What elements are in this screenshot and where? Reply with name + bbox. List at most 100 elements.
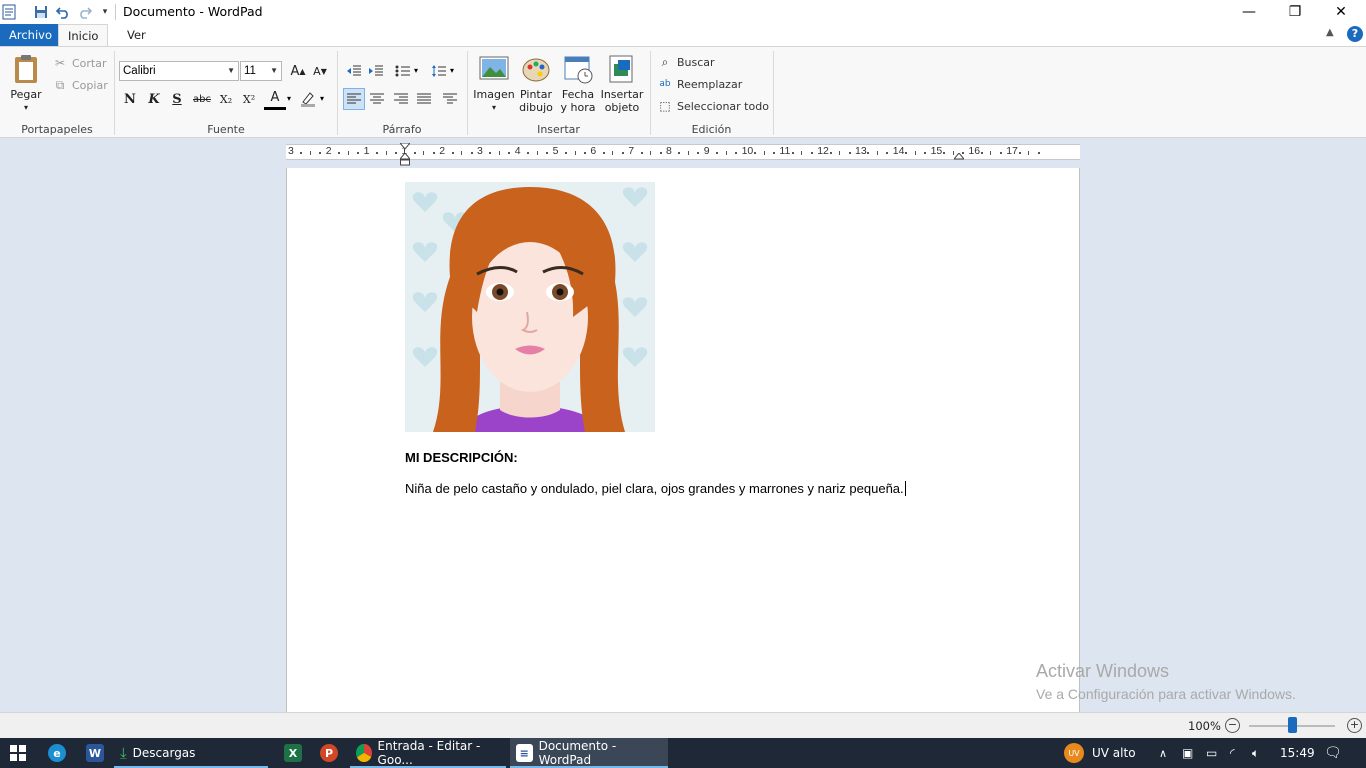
close-button[interactable]: ✕ bbox=[1318, 0, 1364, 24]
shrink-font-button[interactable]: A ▼ bbox=[309, 60, 331, 82]
insert-object-button[interactable]: Insertar objeto bbox=[600, 53, 644, 114]
date-label-line1: Fecha bbox=[561, 88, 595, 101]
font-size-select[interactable]: 11 ▼ bbox=[240, 61, 282, 81]
italic-button[interactable]: K bbox=[143, 88, 165, 110]
document-body-text[interactable]: Niña de pelo castaño y ondulado, piel cl… bbox=[405, 481, 906, 496]
select-all-button[interactable]: ⬚ Seleccionar todo bbox=[657, 98, 769, 114]
restore-button[interactable]: ❐ bbox=[1272, 0, 1318, 24]
cut-button[interactable]: ✂ Cortar bbox=[52, 55, 107, 71]
notifications-icon[interactable]: 🗨︎ bbox=[1324, 738, 1342, 768]
subscript-button[interactable]: X₂ bbox=[215, 88, 237, 110]
date-time-button[interactable]: Fecha y hora bbox=[559, 53, 597, 114]
portrait-image[interactable] bbox=[405, 182, 655, 432]
taskbar-edge[interactable]: e bbox=[42, 738, 72, 768]
increase-indent-button[interactable] bbox=[365, 60, 387, 82]
text-color-button[interactable]: A bbox=[264, 88, 286, 110]
taskbar-excel[interactable]: X bbox=[278, 738, 308, 768]
wifi-icon[interactable]: ◜ bbox=[1230, 738, 1235, 768]
edge-icon: e bbox=[48, 744, 66, 762]
grow-font-button[interactable]: A ▲ bbox=[287, 60, 309, 82]
ruler-tick bbox=[432, 152, 435, 154]
first-line-indent-marker[interactable] bbox=[400, 143, 410, 151]
highlighter-icon bbox=[301, 92, 315, 107]
paste-button[interactable]: Pegar ▾ bbox=[8, 53, 44, 114]
zoom-in-button[interactable]: + bbox=[1347, 718, 1362, 733]
undo-icon[interactable] bbox=[54, 3, 72, 21]
taskbar-downloads[interactable]: ⤓ Descargas bbox=[114, 738, 268, 768]
status-bar: 100% − + bbox=[0, 712, 1366, 738]
redo-icon[interactable] bbox=[76, 3, 94, 21]
collapse-ribbon-icon[interactable]: ▲ bbox=[1326, 27, 1334, 38]
paint-label-line1: Pintar bbox=[520, 88, 552, 101]
align-center-button[interactable] bbox=[366, 88, 388, 110]
start-button[interactable] bbox=[4, 738, 32, 768]
align-left-button[interactable] bbox=[343, 88, 365, 110]
chevron-down-icon[interactable]: ▾ bbox=[96, 3, 114, 21]
wordpad-icon[interactable] bbox=[0, 3, 18, 21]
help-icon[interactable]: ? bbox=[1347, 26, 1363, 42]
activation-watermark-title: Activar Windows bbox=[1036, 661, 1170, 681]
ruler-tick bbox=[1018, 152, 1021, 154]
taskbar-word[interactable]: W bbox=[80, 738, 110, 768]
taskbar-chrome[interactable]: Entrada - Editar - Goo... bbox=[350, 738, 506, 768]
copy-button[interactable]: ⧉ Copiar bbox=[52, 77, 108, 93]
chevron-down-icon[interactable]: ▾ bbox=[450, 66, 454, 75]
superscript-button[interactable]: X² bbox=[238, 88, 260, 110]
ruler-tick bbox=[867, 152, 870, 154]
document-heading[interactable]: MI DESCRIPCIÓN: bbox=[405, 450, 518, 465]
ruler-number: 8 bbox=[666, 145, 672, 157]
volume-icon[interactable]: 🔈︎ bbox=[1252, 738, 1259, 768]
replace-button[interactable]: ab Reemplazar bbox=[657, 76, 742, 92]
tab-ver[interactable]: Ver bbox=[118, 24, 155, 46]
ruler-tick bbox=[536, 151, 538, 155]
ruler-number: 15 bbox=[930, 145, 943, 157]
paste-dropdown-icon[interactable]: ▾ bbox=[24, 101, 28, 114]
taskbar: e W ⤓ Descargas X P Entrada - Editar - G… bbox=[0, 738, 1366, 768]
ruler-number: 3 bbox=[288, 145, 294, 157]
save-icon[interactable] bbox=[32, 3, 50, 21]
weather-widget[interactable]: UV UV alto bbox=[1064, 738, 1136, 768]
group-label-clipboard: Portapapeles bbox=[21, 123, 93, 136]
align-right-button[interactable] bbox=[390, 88, 412, 110]
chevron-down-icon[interactable]: ▾ bbox=[287, 94, 291, 103]
find-button[interactable]: ⌕ Buscar bbox=[657, 54, 715, 70]
line-spacing-button[interactable] bbox=[428, 60, 450, 82]
clock[interactable]: 15:49 bbox=[1280, 738, 1315, 768]
decrease-indent-button[interactable] bbox=[343, 60, 365, 82]
tab-archivo[interactable]: Archivo bbox=[0, 24, 61, 46]
ruler-number: 2 bbox=[325, 145, 332, 157]
replace-icon: ab bbox=[659, 79, 671, 89]
wordpad-icon: ≡ bbox=[516, 744, 533, 762]
font-family-select[interactable]: Calibri ▼ bbox=[119, 61, 239, 81]
battery-icon[interactable]: ▭ bbox=[1206, 738, 1217, 768]
ruler-number: 3 bbox=[477, 145, 483, 157]
taskbar-wordpad[interactable]: ≡ Documento - WordPad bbox=[510, 738, 668, 768]
right-indent-marker[interactable] bbox=[954, 153, 964, 161]
insert-image-button[interactable]: Imagen ▾ bbox=[473, 53, 515, 114]
chevron-down-icon[interactable]: ▾ bbox=[414, 66, 418, 75]
group-label-font: Fuente bbox=[207, 123, 245, 136]
bold-button[interactable]: N bbox=[119, 88, 141, 110]
object-label-line2: objeto bbox=[604, 101, 640, 114]
tab-inicio[interactable]: Inicio bbox=[58, 24, 109, 46]
ruler-tick bbox=[461, 151, 463, 155]
zoom-slider-thumb[interactable] bbox=[1287, 717, 1297, 733]
strikethrough-button[interactable]: abc bbox=[191, 88, 213, 110]
justify-button[interactable] bbox=[413, 88, 435, 110]
taskbar-powerpoint[interactable]: P bbox=[314, 738, 344, 768]
left-indent-marker[interactable] bbox=[400, 153, 410, 167]
minimize-button[interactable]: — bbox=[1226, 0, 1272, 24]
paint-drawing-button[interactable]: Pintar dibujo bbox=[517, 53, 555, 114]
zoom-out-button[interactable]: − bbox=[1225, 718, 1240, 733]
replace-label: Reemplazar bbox=[677, 77, 743, 91]
show-hidden-icons-icon[interactable]: ∧ bbox=[1159, 738, 1167, 768]
bullet-list-button[interactable] bbox=[392, 60, 414, 82]
palette-icon bbox=[522, 58, 550, 82]
highlight-button[interactable] bbox=[297, 88, 319, 110]
ruler[interactable]: 3 2 1 1 2 3 4 5 6 7 8 9 10 11 12 13 14 15 16 17 bbox=[286, 143, 1080, 166]
underline-button[interactable]: S bbox=[166, 88, 188, 110]
chevron-down-icon[interactable]: ▾ bbox=[320, 94, 324, 103]
meet-now-icon[interactable]: ▣ bbox=[1182, 738, 1193, 768]
paragraph-button[interactable] bbox=[439, 88, 461, 110]
ruler-tick bbox=[300, 152, 303, 154]
